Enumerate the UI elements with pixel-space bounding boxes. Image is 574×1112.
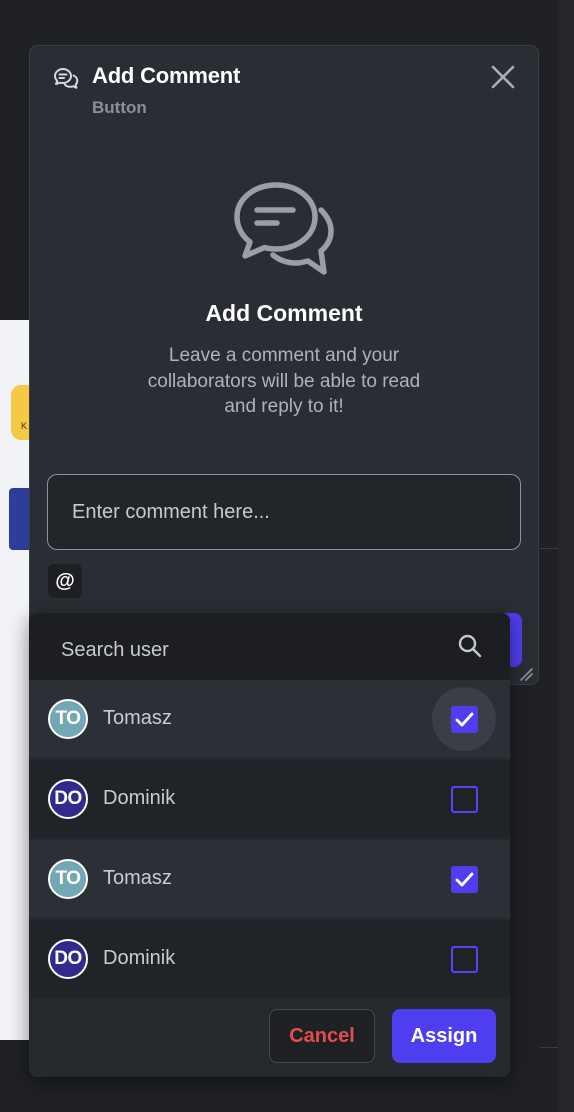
search-icon[interactable] [457,633,483,659]
user-checkbox[interactable] [451,706,478,733]
cancel-button[interactable]: Cancel [269,1009,375,1063]
avatar: TO [48,859,88,899]
close-icon[interactable] [490,64,516,90]
user-row-dominik[interactable]: DO Dominik [29,920,510,998]
user-checkbox[interactable] [451,946,478,973]
comment-bubbles-icon [234,182,334,275]
add-comment-modal: Add Comment Button Add Comment Leave a c… [29,45,539,685]
mention-button[interactable]: @ [48,564,82,598]
resize-handle-icon[interactable] [518,666,534,682]
user-search-input[interactable] [61,633,441,667]
comment-icon [54,68,79,89]
user-name: Dominik [103,947,176,969]
user-row-tomasz[interactable]: TO Tomasz [29,680,510,758]
background-divider [540,548,558,549]
user-checkbox[interactable] [451,866,478,893]
avatar: TO [48,699,88,739]
background-divider [540,1047,558,1048]
comment-input[interactable] [47,474,521,550]
assign-button[interactable]: Assign [392,1009,496,1063]
background-card-letter: K [21,421,28,431]
modal-title: Add Comment [92,63,241,88]
modal-subtitle: Button [92,98,147,117]
user-picker-dropdown: TO Tomasz DO Dominik TO Tomasz DO Domini… [29,613,510,1077]
user-name: Tomasz [103,707,172,729]
avatar: DO [48,939,88,979]
user-row-tomasz[interactable]: TO Tomasz [29,840,510,918]
empty-state-description: Leave a comment and your collaborators w… [147,345,421,417]
background-panel [558,0,574,1112]
avatar: DO [48,779,88,819]
user-name: Tomasz [103,867,172,889]
user-row-dominik[interactable]: DO Dominik [29,760,510,838]
checkmark-icon [455,872,474,887]
empty-state-title: Add Comment [205,300,363,326]
checkmark-icon [455,712,474,727]
user-name: Dominik [103,787,176,809]
user-checkbox[interactable] [451,786,478,813]
user-search-row [29,613,510,680]
